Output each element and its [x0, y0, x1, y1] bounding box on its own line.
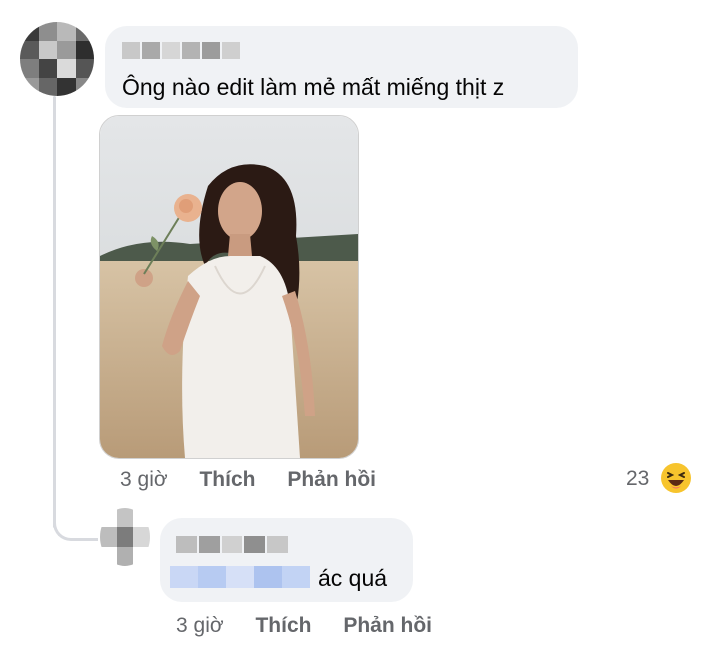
comment-time[interactable]: 3 giờ	[120, 468, 168, 491]
thread-connector	[53, 505, 98, 541]
reply-text: ác quá	[318, 565, 388, 591]
comment-photo[interactable]	[99, 115, 359, 459]
like-button[interactable]: Thích	[199, 468, 255, 491]
reply-time[interactable]: 3 giờ	[176, 614, 224, 637]
reply-name-blurred[interactable]	[176, 536, 288, 553]
comment-text: Ông nào edit làm mẻ mất miếng thịt z	[122, 74, 505, 100]
commenter-name-blurred[interactable]	[122, 42, 240, 59]
reaction-count[interactable]: 23	[626, 467, 649, 491]
avatar[interactable]	[20, 22, 94, 96]
reply-reply-button[interactable]: Phản hồi	[343, 614, 432, 637]
comment-actions: 3 giờ Thích Phản hồi	[120, 467, 376, 493]
thread-line	[53, 96, 56, 528]
reply-button[interactable]: Phản hồi	[287, 468, 376, 491]
reply-like-button[interactable]: Thích	[255, 614, 311, 637]
reply-avatar[interactable]	[100, 508, 150, 566]
reply-actions: 3 giờ Thích Phản hồi	[176, 613, 432, 639]
haha-icon[interactable]	[660, 462, 692, 494]
mention-tag-blurred[interactable]	[170, 566, 310, 588]
